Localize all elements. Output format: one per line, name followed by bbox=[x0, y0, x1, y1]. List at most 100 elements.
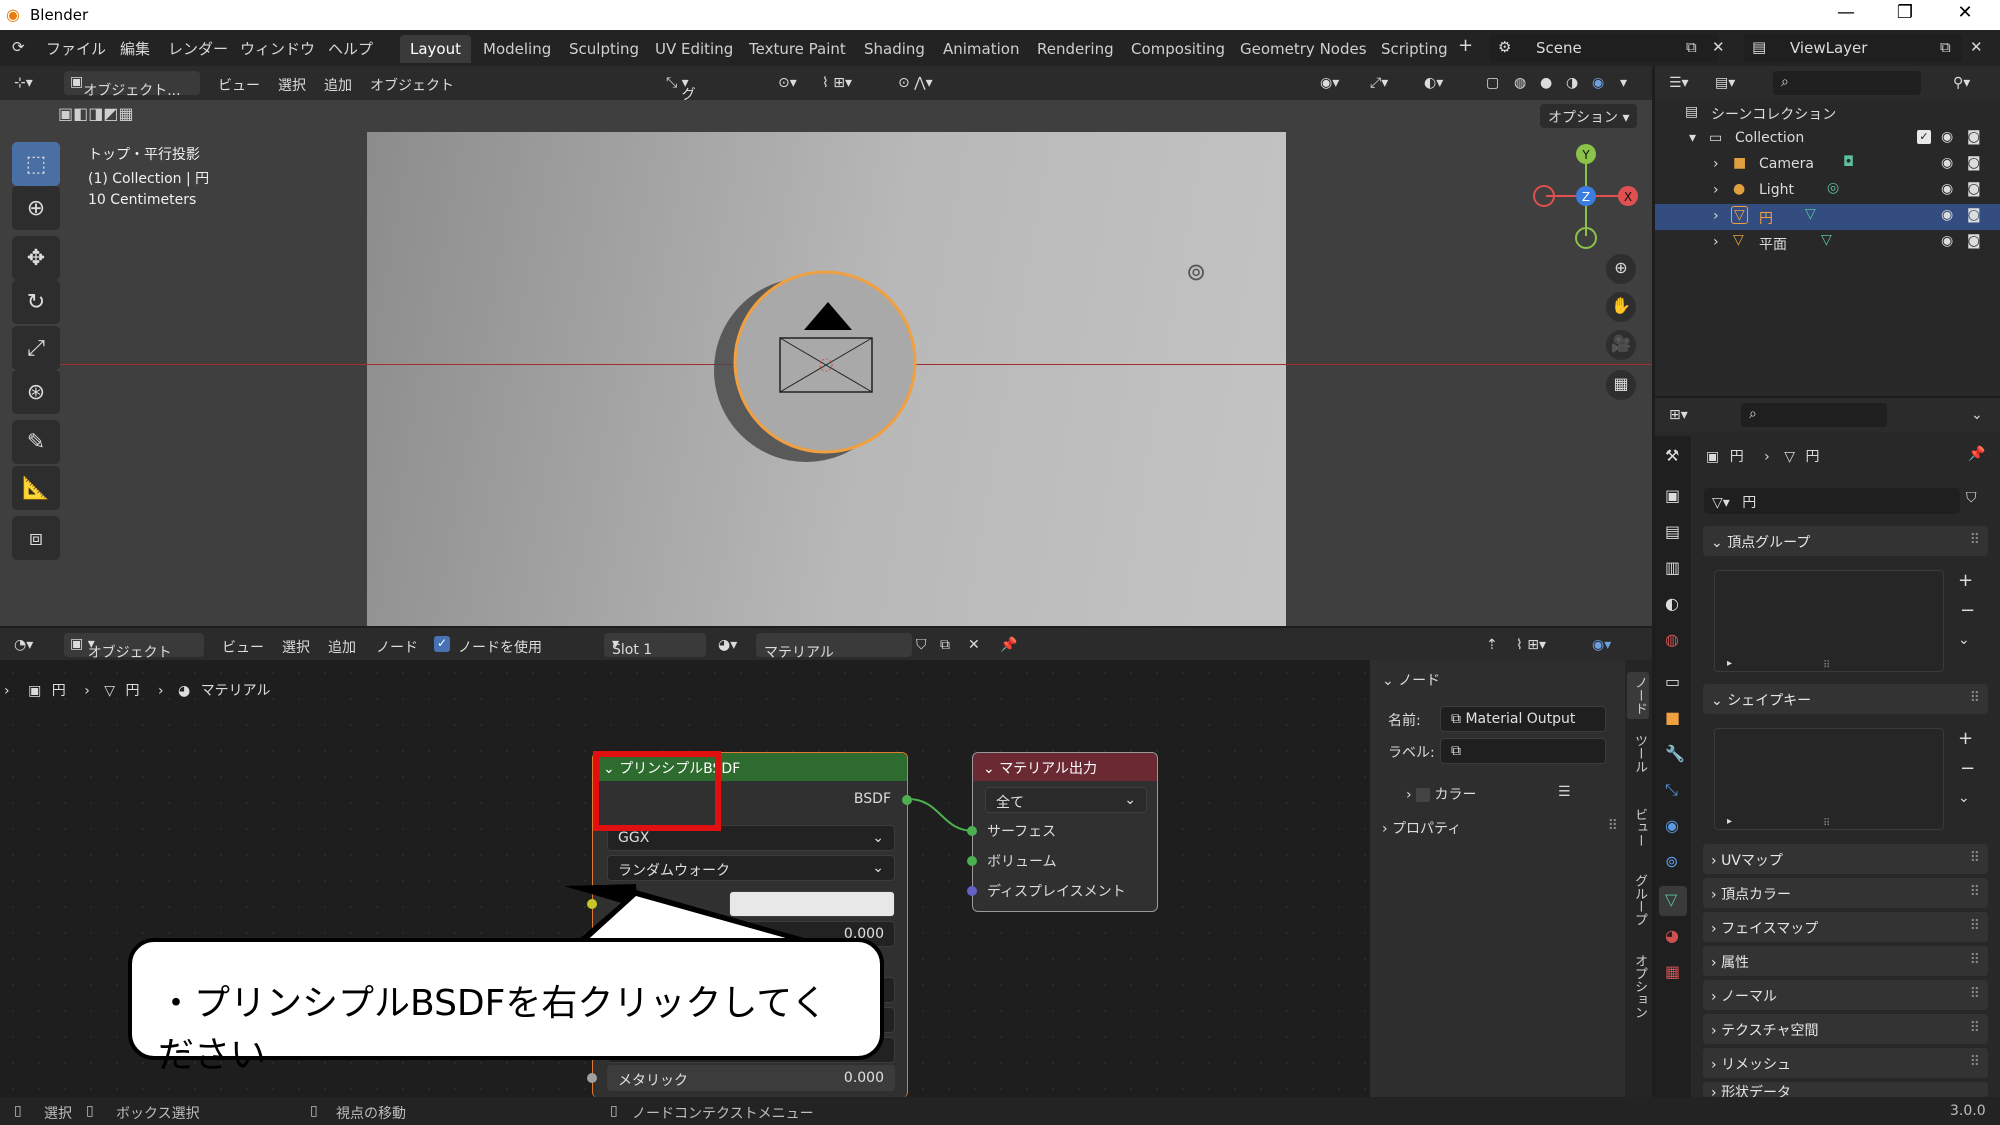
tab-rendering[interactable]: Rendering bbox=[1027, 35, 1124, 63]
node-section-header[interactable]: ⌄ ノード bbox=[1382, 670, 1440, 690]
eye-icon[interactable]: ◉ bbox=[1941, 181, 1953, 197]
menu-render[interactable]: レンダー bbox=[168, 38, 228, 59]
physics-tab-icon[interactable]: ◉ bbox=[1665, 816, 1679, 835]
tab-view[interactable]: ビュー bbox=[1627, 808, 1649, 847]
menu-view[interactable]: ビュー bbox=[218, 75, 260, 95]
delete-view-layer-icon[interactable]: ✕ bbox=[1970, 38, 1983, 56]
node-menu-node[interactable]: ノード bbox=[376, 637, 418, 657]
constraints-tab-icon[interactable]: ⊚ bbox=[1665, 852, 1678, 871]
remove-shape-key-icon[interactable]: − bbox=[1960, 758, 1975, 779]
rotate-tool[interactable]: ↻ bbox=[12, 280, 60, 324]
minimize-button[interactable]: — bbox=[1826, 2, 1866, 23]
object-tab-icon[interactable]: ■ bbox=[1665, 708, 1680, 727]
data-tab-icon[interactable]: ▽ bbox=[1659, 886, 1687, 916]
render-camera-icon[interactable]: ◙ bbox=[1967, 181, 1981, 197]
node-name-field[interactable]: ⧉ Material Output bbox=[1440, 706, 1606, 732]
display-mode-icon[interactable]: ▤▾ bbox=[1715, 75, 1735, 91]
restore-button[interactable]: ❐ bbox=[1885, 2, 1925, 23]
move-tool[interactable]: ✥ bbox=[12, 236, 60, 280]
particles-tab-icon[interactable]: ⤡ bbox=[1665, 780, 1678, 800]
outliner-search-field[interactable]: ⌕ bbox=[1773, 71, 1921, 95]
unlink-material-icon[interactable]: ✕ bbox=[968, 637, 980, 653]
outliner-editor-type-icon[interactable]: ☰▾ bbox=[1669, 75, 1689, 91]
scale-tool[interactable]: ⤢ bbox=[12, 326, 60, 370]
material-tab-icon[interactable]: ◕ bbox=[1665, 926, 1679, 945]
menu-edit[interactable]: 編集 bbox=[120, 38, 150, 59]
tab-shading[interactable]: Shading bbox=[854, 35, 935, 63]
use-nodes-checkbox[interactable]: ✓ bbox=[434, 636, 450, 652]
vertex-groups-list[interactable]: ▸ ⠿ bbox=[1714, 570, 1944, 672]
close-button[interactable]: ✕ bbox=[1945, 2, 1985, 23]
scene-collection-row[interactable]: ▤ シーンコレクション bbox=[1655, 100, 2000, 126]
menu-help[interactable]: ヘルプ bbox=[328, 38, 373, 59]
delete-scene-icon[interactable]: ✕ bbox=[1712, 38, 1725, 56]
tab-compositing[interactable]: Compositing bbox=[1121, 35, 1235, 63]
face-maps-header[interactable]: › フェイスマップ ⠿ bbox=[1703, 912, 1988, 942]
metallic-field[interactable]: メタリック 0.000 bbox=[607, 1065, 895, 1091]
tab-options[interactable]: オプション bbox=[1627, 954, 1649, 1019]
pin-icon[interactable]: 📌 bbox=[1968, 446, 1985, 462]
new-material-icon[interactable]: ⧉ bbox=[940, 637, 950, 653]
eye-icon[interactable]: ◉ bbox=[1941, 155, 1953, 171]
color-checkbox[interactable] bbox=[1416, 788, 1431, 802]
shape-keys-list[interactable]: ▸ ⠿ bbox=[1714, 728, 1944, 830]
properties-editor-type-icon[interactable]: ⊞▾ bbox=[1669, 407, 1688, 423]
add-vertex-group-icon[interactable]: + bbox=[1958, 570, 1973, 591]
tab-sculpting[interactable]: Sculpting bbox=[559, 35, 649, 63]
shading-wireframe-icon[interactable]: ◍ bbox=[1514, 75, 1526, 91]
subsurface-method-dropdown[interactable]: ランダムウォーク ⌄ bbox=[607, 855, 895, 881]
ortho-grid-icon[interactable]: ▦ bbox=[1606, 370, 1636, 400]
transform-orientation[interactable]: ⤡ グロー... ▾ bbox=[666, 75, 709, 143]
vertex-colors-header[interactable]: › 頂点カラー ⠿ bbox=[1703, 878, 1988, 908]
shading-options-icon[interactable]: ▾ bbox=[1620, 75, 1627, 91]
measure-tool[interactable]: 📐 bbox=[12, 466, 60, 510]
overlay-toggle-icon[interactable]: ◐▾ bbox=[1424, 75, 1443, 91]
texture-space-header[interactable]: › テクスチャ空間 ⠿ bbox=[1703, 1014, 1988, 1044]
tab-layout[interactable]: Layout bbox=[400, 35, 471, 63]
vertex-group-menu-icon[interactable]: ⌄ bbox=[1958, 632, 1970, 648]
node-object-mode-selector[interactable]: ▣ オブジェクト ▾ bbox=[64, 633, 204, 661]
snap-icon[interactable]: ⌇ ⊞▾ bbox=[822, 75, 852, 91]
collection-tab-icon[interactable]: ▭ bbox=[1665, 672, 1680, 691]
tab-node[interactable]: ノード bbox=[1627, 672, 1649, 719]
snap-node-icon[interactable]: ⌇ ⊞▾ bbox=[1516, 637, 1546, 653]
shape-key-menu-icon[interactable]: ⌄ bbox=[1958, 790, 1970, 806]
render-camera-icon[interactable]: ◙ bbox=[1967, 155, 1981, 171]
output-target-dropdown[interactable]: 全て ⌄ bbox=[985, 787, 1147, 813]
list-icon[interactable]: ☰ bbox=[1558, 784, 1571, 800]
menu-select[interactable]: 選択 bbox=[278, 75, 306, 95]
metallic-socket[interactable] bbox=[587, 1073, 597, 1083]
mode-selector[interactable]: ▣ オブジェクト... bbox=[64, 71, 200, 99]
world-tab-icon[interactable]: ◍ bbox=[1665, 630, 1679, 649]
menu-window[interactable]: ウィンドウ bbox=[240, 38, 315, 59]
shading-solid-icon[interactable]: ● bbox=[1540, 75, 1552, 91]
material-browse-icon[interactable]: ◕▾ bbox=[718, 637, 737, 653]
shape-keys-header[interactable]: ⌄ シェイプキー ⠿ bbox=[1703, 684, 1988, 714]
remove-vertex-group-icon[interactable]: − bbox=[1960, 600, 1975, 621]
exclude-checkbox[interactable]: ✓ bbox=[1917, 130, 1931, 144]
tool-tab-icon[interactable]: ⚒ bbox=[1665, 446, 1679, 465]
tab-animation[interactable]: Animation bbox=[933, 35, 1029, 63]
vertex-groups-header[interactable]: ⌄ 頂点グループ ⠿ bbox=[1703, 526, 1988, 556]
node-menu-view[interactable]: ビュー bbox=[222, 637, 264, 657]
camera-view-icon[interactable]: 🎥 bbox=[1606, 330, 1636, 360]
tab-tool[interactable]: ツール bbox=[1627, 734, 1649, 773]
tab-uv-editing[interactable]: UV Editing bbox=[645, 35, 743, 63]
fake-user-icon[interactable]: ⛉ bbox=[916, 637, 927, 653]
shading-material-icon[interactable]: ◑ bbox=[1566, 75, 1578, 91]
node-menu-add[interactable]: 追加 bbox=[328, 637, 356, 657]
output-tab-icon[interactable]: ▤ bbox=[1665, 522, 1680, 541]
eye-icon[interactable]: ◉ bbox=[1941, 129, 1953, 145]
node-editor-type-icon[interactable]: ◔▾ bbox=[14, 637, 33, 653]
annotate-tool[interactable]: ✎ bbox=[12, 420, 60, 464]
render-camera-icon[interactable]: ◙ bbox=[1967, 207, 1981, 223]
proportional-edit-icon[interactable]: ⊙ ⋀▾ bbox=[898, 75, 933, 91]
fake-user-icon[interactable]: ⛉ bbox=[1966, 490, 1977, 506]
new-view-layer-icon[interactable]: ⧉ bbox=[1940, 38, 1951, 56]
add-cube-tool[interactable]: ⧈ bbox=[12, 516, 60, 560]
tab-texture-paint[interactable]: Texture Paint bbox=[739, 35, 856, 63]
outliner-row-light[interactable]: › ● Light ◎ ◉ ◙ bbox=[1655, 178, 2000, 204]
view-layer-tab-icon[interactable]: ▥ bbox=[1665, 558, 1680, 577]
node-overlay-icon[interactable]: ◉▾ bbox=[1592, 637, 1611, 653]
cursor-tool[interactable]: ⊕ bbox=[12, 186, 60, 230]
